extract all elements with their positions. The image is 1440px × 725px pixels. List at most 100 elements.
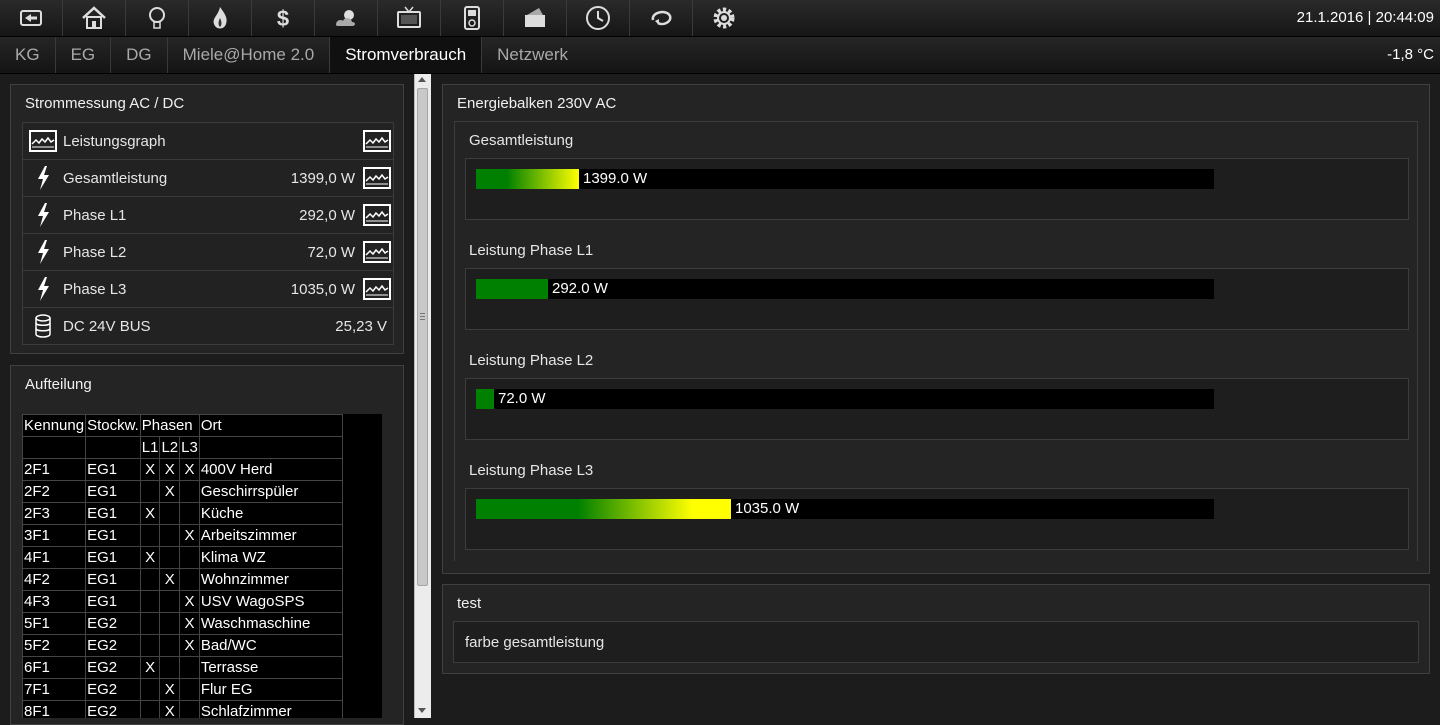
table-cell: X [159, 568, 181, 591]
table-cell [139, 590, 161, 613]
table-cell: 5F2 [22, 634, 87, 657]
back-icon [20, 10, 42, 26]
scroll-up-arrow[interactable] [418, 77, 426, 82]
bulb-icon [149, 7, 165, 29]
table-cell [159, 590, 181, 613]
graph-icon[interactable] [363, 278, 391, 300]
bar-section-gesamtleistung: Gesamtleistung 1399.0 W [455, 122, 1417, 233]
weather-icon [336, 10, 355, 26]
list-item-label: Phase L1 [63, 206, 127, 224]
table-cell [159, 546, 181, 569]
table-row: 2F1 EG1 X X X 400V Herd [22, 458, 343, 481]
table-cell [179, 678, 200, 701]
graph-icon[interactable] [363, 130, 391, 152]
panel-title: Aufteilung [25, 376, 92, 393]
table-cell [139, 524, 161, 547]
list-item-gesamtleistung[interactable]: Gesamtleistung 1399,0 W [23, 160, 393, 197]
table-cell: X [159, 458, 181, 481]
lightning-icon [38, 166, 49, 190]
column-subheader: L1 [139, 436, 161, 459]
graph-icon[interactable] [363, 241, 391, 263]
table-cell: EG2 [85, 634, 141, 657]
cost-button[interactable]: $ [252, 0, 315, 36]
column-subheader: L2 [159, 436, 181, 459]
table-cell [159, 634, 181, 657]
mail-button[interactable] [504, 0, 567, 36]
table-row: 4F1 EG1 X Klima WZ [22, 546, 343, 569]
list-item-phase-l3[interactable]: Phase L3 1035,0 W [23, 271, 393, 308]
refresh-icon [651, 10, 672, 26]
table-cell: 3F1 [22, 524, 87, 547]
list-item-dc-bus[interactable]: DC 24V BUS 25,23 V [23, 308, 393, 344]
aufteilung-table-body: 2F1 EG1 X X X 400V Herd 2F2 EG1 X Geschirrspüler 2… [22, 458, 343, 718]
table-cell: X [179, 590, 200, 613]
timer-button[interactable] [567, 0, 630, 36]
table-cell: Küche [198, 502, 343, 525]
table-cell: 400V Herd [198, 458, 343, 481]
table-cell: X [159, 480, 181, 503]
tab-stromverbrauch[interactable]: Stromverbrauch [330, 37, 483, 73]
energy-bar-track: 1399.0 W [476, 169, 1214, 189]
tab-dg[interactable]: DG [111, 37, 168, 73]
list-item-phase-l1[interactable]: Phase L1 292,0 W [23, 197, 393, 234]
light-button[interactable] [126, 0, 189, 36]
list-item-label: Phase L2 [63, 243, 127, 261]
list-item-value: 1399,0 W [290, 169, 355, 187]
bar-box: 1035.0 W [465, 488, 1409, 550]
bar-box: 292.0 W [465, 268, 1409, 330]
panel-title: Strommessung AC / DC [25, 95, 185, 112]
table-cell: 7F1 [22, 678, 87, 701]
table-cell [179, 502, 200, 525]
dollar-icon: $ [277, 6, 289, 31]
tv-icon [397, 6, 421, 28]
table-cell: Schlafzimmer [198, 700, 343, 718]
table-row: 7F1 EG2 X Flur EG [22, 678, 343, 701]
table-cell: Arbeitszimmer [198, 524, 343, 547]
weather-button[interactable] [315, 0, 378, 36]
table-cell [159, 502, 181, 525]
list-item-leistungsgraph[interactable]: Leistungsgraph [23, 123, 393, 160]
home-button[interactable] [63, 0, 126, 36]
tv-button[interactable] [378, 0, 441, 36]
graph-icon[interactable] [363, 204, 391, 226]
aufteilung-table: Kennung Stockw. Phasen Ort L1 L2 L3 2F1 E… [22, 414, 343, 718]
refresh-button[interactable] [630, 0, 693, 36]
list-item-label: Leistungsgraph [63, 132, 166, 150]
table-cell: USV WagoSPS [198, 590, 343, 613]
scrollbar-thumb[interactable] [417, 88, 428, 586]
settings-button[interactable] [693, 0, 755, 36]
graph-icon[interactable] [363, 167, 391, 189]
energy-bar-fill [476, 389, 494, 409]
tab-kg[interactable]: KG [0, 37, 56, 73]
table-cell: EG2 [85, 612, 141, 635]
table-cell [159, 524, 181, 547]
media-button[interactable] [441, 0, 504, 36]
heating-button[interactable] [189, 0, 252, 36]
bar-title: Leistung Phase L1 [469, 242, 594, 259]
strommessung-panel: Strommessung AC / DC Leistungsgraph Gesa… [10, 84, 404, 354]
lightning-icon [38, 277, 49, 301]
tab-eg[interactable]: EG [56, 37, 112, 73]
table-cell [139, 612, 161, 635]
table-cell: Flur EG [198, 678, 343, 701]
lightning-icon [38, 240, 49, 264]
home-icon [82, 6, 106, 29]
left-scrollbar[interactable] [414, 74, 431, 718]
back-button[interactable] [0, 0, 63, 36]
table-cell: X [139, 546, 161, 569]
aufteilung-table-container: Kennung Stockw. Phasen Ort L1 L2 L3 2F1 E… [22, 414, 382, 718]
table-cell: X [139, 502, 161, 525]
table-cell: 4F1 [22, 546, 87, 569]
table-cell [159, 656, 181, 679]
list-item-phase-l2[interactable]: Phase L2 72,0 W [23, 234, 393, 271]
scroll-down-arrow[interactable] [418, 708, 426, 713]
table-cell: EG2 [85, 656, 141, 679]
table-cell: EG1 [85, 524, 141, 547]
table-cell: X [139, 458, 161, 481]
tab-miele-home[interactable]: Miele@Home 2.0 [168, 37, 331, 73]
bar-title: Gesamtleistung [469, 132, 574, 149]
tab-netzwerk[interactable]: Netzwerk [482, 37, 583, 73]
table-cell: Klima WZ [198, 546, 343, 569]
table-cell: EG1 [85, 480, 141, 503]
column-header: Kennung [22, 414, 87, 437]
